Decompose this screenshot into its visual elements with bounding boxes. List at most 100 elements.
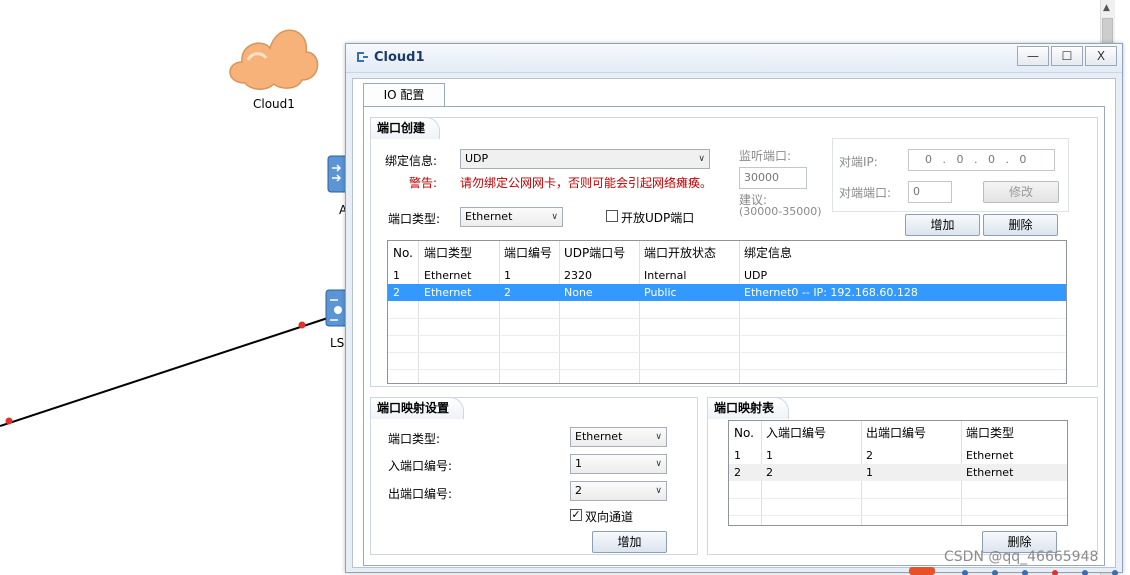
- table-cell: 1: [734, 449, 741, 462]
- table-cell: Public: [644, 286, 677, 299]
- dialog-client-area: IO 配置 端口创建 绑定信息: UDP ∨ 警告: 请勿绑定公网网卡，否则可能…: [352, 78, 1116, 568]
- modify-button[interactable]: 修改: [983, 181, 1059, 203]
- cloud-device-icon[interactable]: [229, 29, 319, 90]
- table-cell: 2: [734, 466, 741, 479]
- table-cell: Internal: [644, 269, 687, 282]
- dialog-titlebar[interactable]: Cloud1 — ☐ X: [346, 44, 1122, 73]
- table-row[interactable]: 1 Ethernet 1 2320 Internal UDP: [388, 267, 1066, 284]
- peer-ip-input[interactable]: 0 . 0 . 0 . 0: [908, 149, 1055, 171]
- port-type-label: 端口类型:: [388, 212, 441, 226]
- table-cell: 1: [866, 466, 873, 479]
- warning-label: 警告:: [409, 176, 438, 190]
- scroll-up-arrow-icon[interactable]: ▲: [1103, 3, 1110, 13]
- port-table[interactable]: No. 端口类型 端口编号 UDP端口号 端口开放状态 绑定信息 1 Ether…: [387, 240, 1067, 384]
- map-port-type-value: Ethernet: [575, 430, 623, 443]
- out-port-label: 出端口编号:: [388, 487, 453, 501]
- table-row[interactable]: 2 2 1 Ethernet: [729, 464, 1067, 481]
- port-mapping-settings-group: 端口映射设置 端口类型: Ethernet ∨ 入端口编号: 1 ∨ 出端口编号…: [370, 397, 698, 555]
- out-port-select[interactable]: 2 ∨: [570, 481, 667, 501]
- port-mapping-settings-heading: 端口映射设置: [370, 397, 465, 419]
- column-header: No.: [734, 426, 754, 440]
- column-header: 出端口编号: [866, 426, 927, 440]
- open-udp-checkbox[interactable]: [606, 210, 618, 222]
- table-cell: 1: [504, 269, 511, 282]
- column-header: 端口类型: [966, 426, 1015, 440]
- table-cell: 2: [766, 466, 773, 479]
- port-type-value: Ethernet: [465, 210, 513, 223]
- cloud-config-dialog: Cloud1 — ☐ X IO 配置 端口创建 绑定信息: UDP ∨ 警告: …: [345, 43, 1123, 573]
- in-port-select[interactable]: 1 ∨: [570, 454, 667, 474]
- column-header: 端口编号: [504, 246, 553, 260]
- port-dot: [298, 321, 306, 329]
- table-cell: Ethernet: [966, 466, 1014, 479]
- taskbar-icons-peek: [909, 567, 1118, 575]
- table-cell: 2: [504, 286, 511, 299]
- column-header: 绑定信息: [744, 246, 793, 260]
- cloud-app-icon: [357, 52, 368, 62]
- port-table-header: No. 端口类型 端口编号 UDP端口号 端口开放状态 绑定信息: [388, 241, 1066, 267]
- table-cell: 2: [393, 286, 400, 299]
- table-cell: 1: [393, 269, 400, 282]
- table-cell: 2320: [564, 269, 592, 282]
- peer-settings-box: 对端IP: 0 . 0 . 0 . 0 对端端口: 0 修改: [832, 138, 1069, 212]
- table-cell: 2: [866, 449, 873, 462]
- table-cell: UDP: [744, 269, 768, 282]
- port-mapping-table-heading: 端口映射表: [707, 397, 790, 419]
- maximize-button[interactable]: ☐: [1051, 46, 1083, 66]
- out-port-value: 2: [575, 484, 582, 497]
- device-label-ls: LS: [330, 336, 345, 350]
- listen-port-input[interactable]: 30000: [739, 167, 807, 189]
- map-port-type-label: 端口类型:: [388, 432, 441, 446]
- add-port-button[interactable]: 增加: [905, 214, 980, 236]
- close-button[interactable]: X: [1085, 46, 1117, 66]
- column-header: UDP端口号: [564, 246, 626, 260]
- table-row-selected[interactable]: 2 Ethernet 2 None Public Ethernet0 -- IP…: [388, 284, 1066, 301]
- delete-port-button[interactable]: 删除: [983, 214, 1058, 236]
- bidirectional-label: 双向通道: [585, 510, 634, 524]
- port-dot: [5, 417, 13, 425]
- chevron-down-icon: ∨: [655, 459, 662, 469]
- chevron-down-icon: ∨: [655, 432, 662, 442]
- mapping-table-header: No. 入端口编号 出端口编号 端口类型: [729, 421, 1067, 447]
- chevron-down-icon: ∨: [698, 154, 705, 164]
- table-cell: None: [564, 286, 593, 299]
- port-create-group: 端口创建 绑定信息: UDP ∨ 警告: 请勿绑定公网网卡，否则可能会引起网络瘫…: [370, 117, 1098, 387]
- column-header: No.: [393, 246, 413, 260]
- mapping-table[interactable]: No. 入端口编号 出端口编号 端口类型 1 1 2 Ethernet 2 2: [728, 420, 1068, 526]
- port-mapping-table-group: 端口映射表 No. 入端口编号 出端口编号 端口类型 1 1 2 Etherne…: [707, 397, 1098, 555]
- bind-info-select[interactable]: UDP ∨: [460, 149, 710, 169]
- suggest-range: (30000-35000): [739, 205, 822, 218]
- chevron-down-icon: ∨: [655, 486, 662, 496]
- bind-info-label: 绑定信息:: [385, 154, 438, 168]
- port-create-heading: 端口创建: [370, 117, 441, 139]
- dialog-title: Cloud1: [374, 50, 425, 65]
- minimize-button[interactable]: —: [1017, 46, 1049, 66]
- table-row[interactable]: 1 1 2 Ethernet: [729, 447, 1067, 464]
- column-header: 入端口编号: [766, 426, 827, 440]
- bind-info-value: UDP: [465, 152, 489, 165]
- open-udp-label: 开放UDP端口: [621, 211, 695, 225]
- peer-port-label: 对端端口:: [839, 186, 892, 200]
- io-config-panel: 端口创建 绑定信息: UDP ∨ 警告: 请勿绑定公网网卡，否则可能会引起网络瘫…: [363, 106, 1105, 566]
- table-cell: Ethernet: [424, 286, 472, 299]
- peer-ip-label: 对端IP:: [839, 155, 878, 169]
- table-cell: 1: [766, 449, 773, 462]
- link-line[interactable]: [0, 311, 347, 427]
- map-port-type-select[interactable]: Ethernet ∨: [570, 427, 667, 447]
- warning-text: 请勿绑定公网网卡，否则可能会引起网络瘫痪。: [460, 176, 713, 190]
- column-header: 端口类型: [424, 246, 473, 260]
- in-port-value: 1: [575, 457, 582, 470]
- in-port-label: 入端口编号:: [388, 459, 453, 473]
- device-label-cloud1: Cloud1: [253, 97, 295, 111]
- add-mapping-button[interactable]: 增加: [592, 531, 667, 553]
- bidirectional-checkbox[interactable]: ✓: [570, 509, 582, 521]
- chevron-down-icon: ∨: [551, 212, 558, 222]
- port-type-select[interactable]: Ethernet ∨: [460, 207, 563, 227]
- table-cell: Ethernet0 -- IP: 192.168.60.128: [744, 286, 918, 299]
- column-header: 端口开放状态: [644, 246, 717, 260]
- tab-io-config[interactable]: IO 配置: [363, 83, 445, 107]
- table-cell: Ethernet: [424, 269, 472, 282]
- peer-port-input[interactable]: 0: [908, 181, 952, 203]
- listen-port-label: 监听端口:: [739, 149, 792, 163]
- table-cell: Ethernet: [966, 449, 1014, 462]
